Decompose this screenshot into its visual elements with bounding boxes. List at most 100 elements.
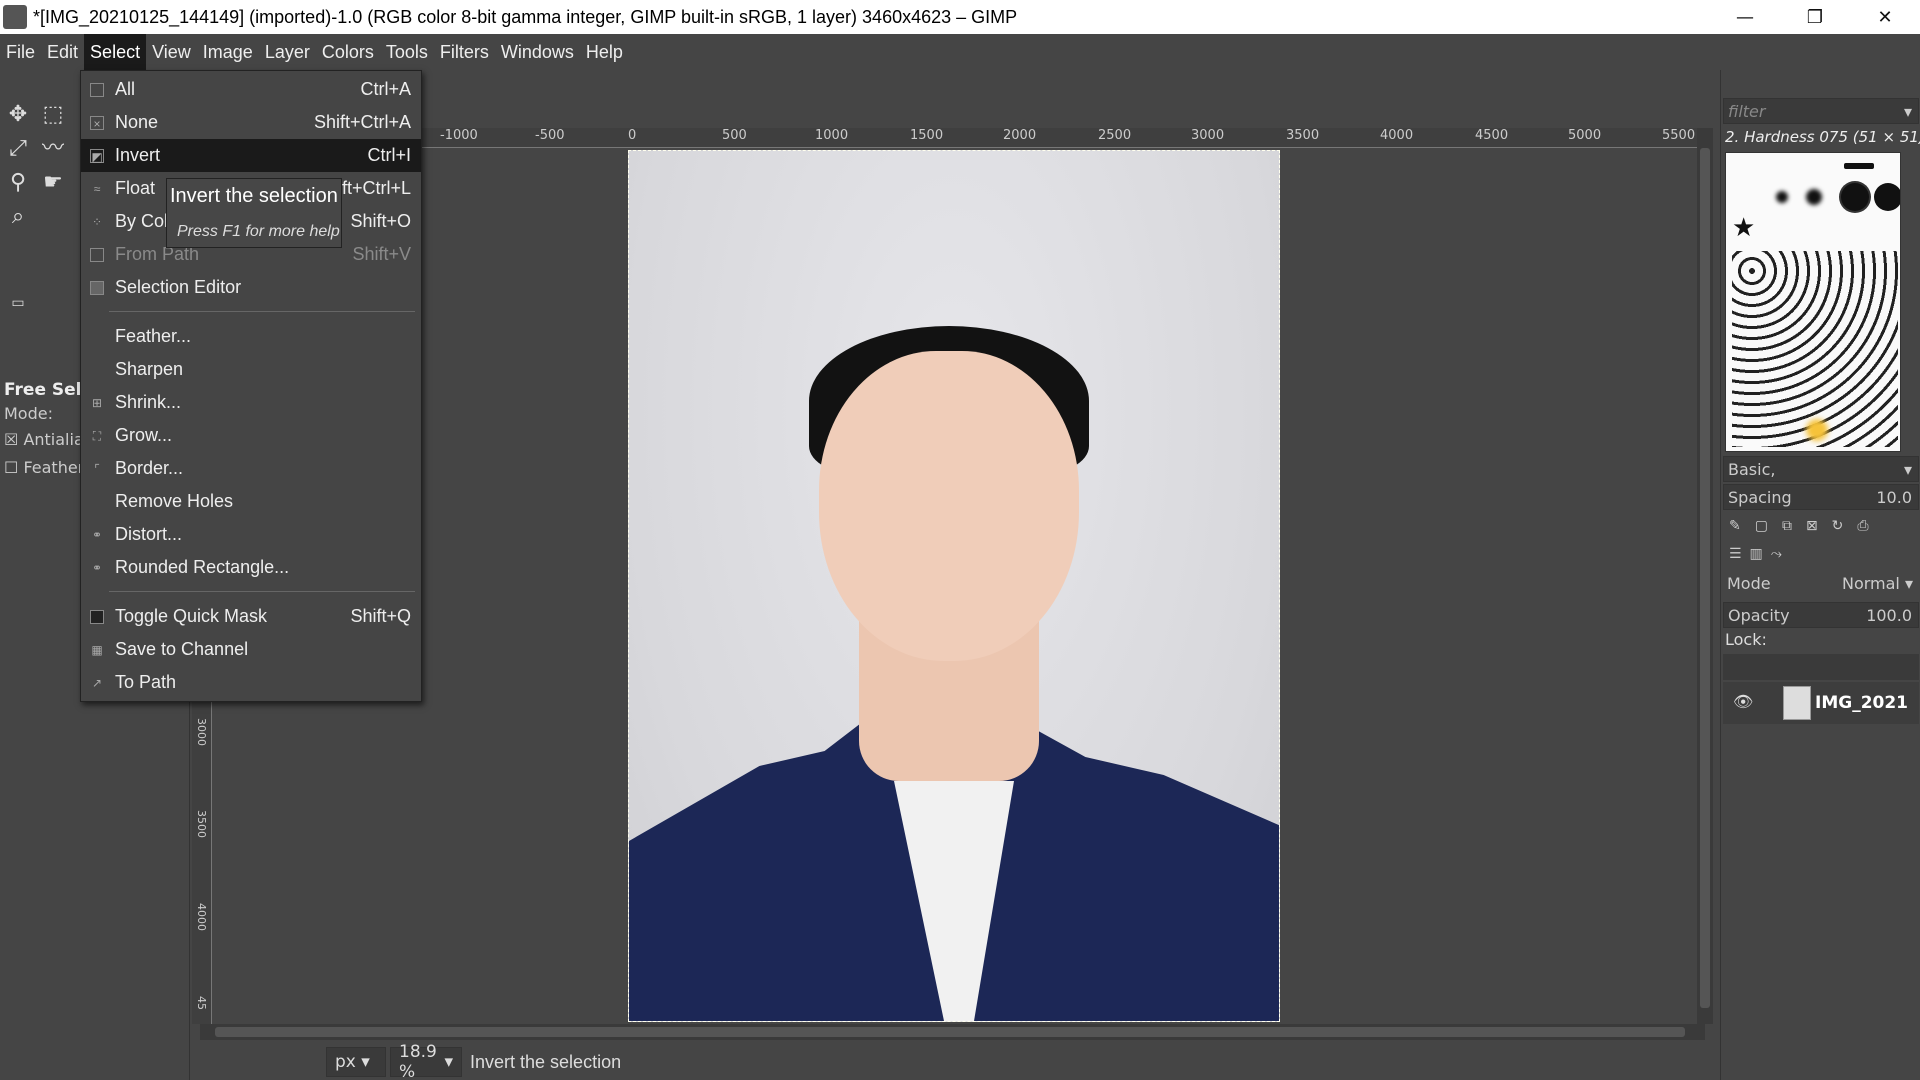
brush-filter-input[interactable]: filter ▾ xyxy=(1723,98,1919,124)
quick-mask-icon xyxy=(90,609,104,624)
ruler-tick: 5000 xyxy=(1568,128,1602,143)
vertical-scrollbar[interactable] xyxy=(1697,128,1713,1024)
rounded-rect-icon: ⚭ xyxy=(91,560,103,575)
brush-swatch[interactable] xyxy=(1844,163,1874,169)
menu-item-save-to-channel[interactable]: ▦ Save to Channel xyxy=(81,633,421,666)
menu-item-remove-holes[interactable]: Remove Holes xyxy=(81,485,421,518)
brush-swatch[interactable] xyxy=(1806,189,1822,205)
layer-mode-select[interactable]: Normal ▾ xyxy=(1842,574,1913,593)
unit-select[interactable]: px ▾ xyxy=(326,1047,386,1077)
menu-item-label: Toggle Quick Mask xyxy=(115,606,268,626)
opacity-slider[interactable]: Opacity 100.0 xyxy=(1723,602,1919,628)
menu-item-label: Sharpen xyxy=(115,359,184,379)
brush-preset-select[interactable]: Basic, ▾ xyxy=(1723,456,1919,482)
right-dock: filter ▾ 2. Hardness 075 (51 × 51) ★ Basi… xyxy=(1720,70,1920,1080)
layers-list-header xyxy=(1723,654,1919,680)
spacing-value: 10.0 xyxy=(1876,487,1912,507)
smudge-tool-icon[interactable]: ☛ xyxy=(38,168,68,198)
menu-item-invert[interactable]: ◩ Invert Ctrl+I xyxy=(81,139,421,172)
tool-options-tab-icon[interactable]: ▭ xyxy=(3,288,33,318)
layers-tabs-icons[interactable]: ☰▥⤳ xyxy=(1729,546,1790,562)
transform-tool-icon[interactable]: ⤢ xyxy=(3,134,33,164)
brush-swatch[interactable] xyxy=(1806,419,1828,441)
menu-item-label: Selection Editor xyxy=(115,277,242,297)
horizontal-scrollbar[interactable] xyxy=(200,1024,1705,1040)
menu-item-label: Grow... xyxy=(115,425,173,445)
menu-select[interactable]: Select xyxy=(84,34,147,70)
layer-row[interactable]: 👁 IMG_2021 xyxy=(1723,682,1919,724)
brush-swatch[interactable] xyxy=(1776,191,1788,203)
clone-tool-icon[interactable]: ⚲ xyxy=(3,168,33,198)
select-all-icon xyxy=(90,82,104,97)
window-title: *[IMG_20210125_144149] (imported)-1.0 (R… xyxy=(33,6,1018,27)
menu-tools[interactable]: Tools xyxy=(380,34,434,70)
menubar: File Edit Select View Image Layer Colors… xyxy=(0,34,1920,70)
zoom-select[interactable]: 18.9 % ▾ xyxy=(390,1042,462,1080)
menu-windows[interactable]: Windows xyxy=(495,34,580,70)
ruler-tick: 3000 xyxy=(1191,128,1225,143)
menu-item-to-path[interactable]: ↗ To Path xyxy=(81,666,421,699)
layer-mode-label: Mode xyxy=(1727,573,1771,593)
invert-tooltip: Invert the selection Press F1 for more h… xyxy=(166,178,342,248)
grow-icon: ⛶ xyxy=(92,428,102,443)
menu-item-label: Border... xyxy=(115,458,184,478)
spacing-label: Spacing xyxy=(1728,487,1792,507)
move-tool-icon[interactable]: ✥ xyxy=(3,100,33,130)
brush-actions-icons[interactable]: ✎▢⧉⊠↻⎙ xyxy=(1729,518,1883,534)
menu-item-none[interactable]: × None Shift+Ctrl+A xyxy=(81,106,421,139)
title-bar: *[IMG_20210125_144149] (imported)-1.0 (R… xyxy=(0,0,1920,34)
menu-colors[interactable]: Colors xyxy=(316,34,380,70)
zoom-value: 18.9 % xyxy=(399,1042,437,1080)
ruler-tick: -1000 xyxy=(440,128,478,143)
restore-button[interactable]: ❐ xyxy=(1780,0,1850,34)
menu-item-grow[interactable]: ⛶ Grow... xyxy=(81,419,421,452)
layer-thumbnail xyxy=(1783,686,1811,720)
menu-layer[interactable]: Layer xyxy=(259,34,316,70)
menu-item-label: Rounded Rectangle... xyxy=(115,557,290,577)
warp-tool-icon[interactable]: 〰 xyxy=(38,134,68,164)
menu-help[interactable]: Help xyxy=(580,34,629,70)
menu-separator xyxy=(109,591,415,592)
brush-grid[interactable]: ★ xyxy=(1725,152,1901,452)
menu-item-label: Remove Holes xyxy=(115,491,234,511)
menu-file[interactable]: File xyxy=(0,34,41,70)
minimize-button[interactable]: — xyxy=(1710,0,1780,34)
menu-edit[interactable]: Edit xyxy=(41,34,84,70)
menu-item-sharpen[interactable]: Sharpen xyxy=(81,353,421,386)
feather-checkbox[interactable]: ☐ Feather xyxy=(4,458,84,477)
menu-view[interactable]: View xyxy=(146,34,197,70)
close-button[interactable]: ✕ xyxy=(1850,0,1920,34)
mode-label: Mode: xyxy=(4,404,53,423)
zoom-tool-icon[interactable]: ⌕ xyxy=(3,202,33,232)
menu-item-rounded-rectangle[interactable]: ⚭ Rounded Rectangle... xyxy=(81,551,421,584)
eye-icon[interactable]: 👁 xyxy=(1733,692,1753,711)
menu-item-label: All xyxy=(115,79,136,99)
image-canvas[interactable] xyxy=(628,150,1280,1022)
menu-item-all[interactable]: All Ctrl+A xyxy=(81,73,421,106)
from-path-icon xyxy=(90,247,104,262)
menu-item-distort[interactable]: ⚭ Distort... xyxy=(81,518,421,551)
menu-filters[interactable]: Filters xyxy=(434,34,495,70)
antialias-checkbox[interactable]: ☒ Antialias xyxy=(4,430,92,449)
brush-swatch-selected[interactable] xyxy=(1841,183,1869,211)
unit-value: px xyxy=(335,1052,356,1072)
menu-image[interactable]: Image xyxy=(197,34,259,70)
star-brush-icon[interactable]: ★ xyxy=(1732,213,1755,243)
menu-item-accel: Shift+Q xyxy=(350,606,411,626)
menu-item-toggle-quick-mask[interactable]: Toggle Quick Mask Shift+Q xyxy=(81,600,421,633)
vscroll-thumb[interactable] xyxy=(1700,148,1710,1008)
menu-item-label: To Path xyxy=(115,672,177,692)
hscroll-thumb[interactable] xyxy=(215,1027,1685,1037)
rect-select-tool-icon[interactable]: ⬚ xyxy=(38,100,68,130)
brush-texture-grid[interactable] xyxy=(1732,251,1898,447)
menu-item-border[interactable]: ⌜ Border... xyxy=(81,452,421,485)
menu-item-shrink[interactable]: ⊞ Shrink... xyxy=(81,386,421,419)
menu-item-feather[interactable]: Feather... xyxy=(81,320,421,353)
chevron-down-icon: ▾ xyxy=(1903,459,1912,479)
ruler-tick: 4000 xyxy=(195,903,208,931)
float-icon: ≈ xyxy=(93,181,101,196)
spacing-slider[interactable]: Spacing 10.0 xyxy=(1723,484,1919,510)
brush-swatch[interactable] xyxy=(1874,183,1900,211)
menu-item-selection-editor[interactable]: Selection Editor xyxy=(81,271,421,304)
menu-item-label: Feather... xyxy=(115,326,192,346)
